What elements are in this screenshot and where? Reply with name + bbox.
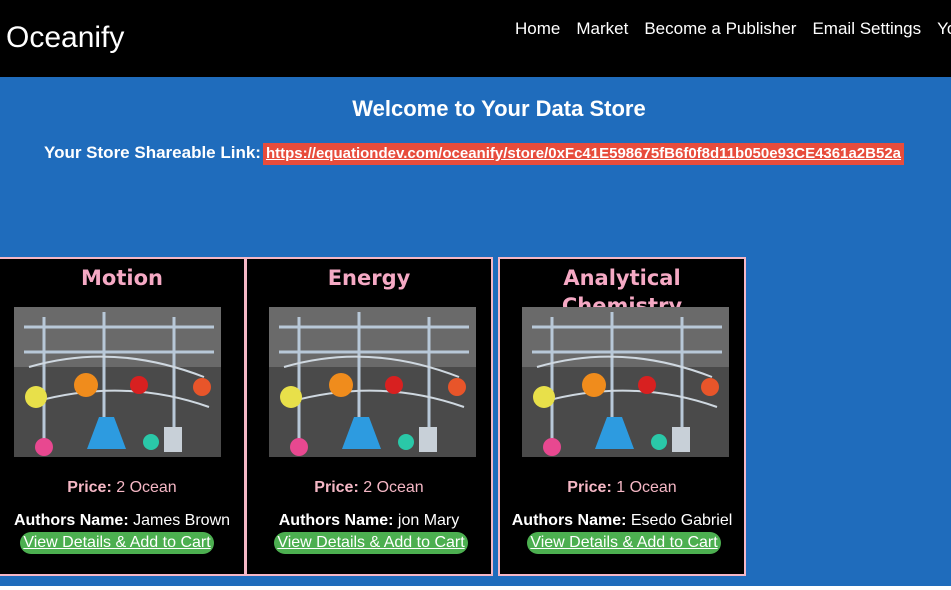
product-authors: Authors Name: jon Mary xyxy=(247,511,491,531)
nav-link-home[interactable]: Home xyxy=(515,19,560,39)
view-details-add-to-cart-button[interactable]: View Details & Add to Cart xyxy=(20,532,214,554)
authors-label: Authors Name: xyxy=(13,512,129,529)
product-authors: Authors Name: James Brown xyxy=(0,511,244,531)
price-value: 1 Ocean xyxy=(616,479,677,496)
nav-link-market[interactable]: Market xyxy=(576,19,628,39)
authors-label: Authors Name: xyxy=(278,512,394,529)
brand-logo-text[interactable]: Oceanify xyxy=(6,19,124,57)
product-title: Energy xyxy=(327,266,411,290)
authors-value: Esedo Gabriel xyxy=(630,512,733,529)
top-navbar: Oceanify Home Market Become a Publisher … xyxy=(0,0,951,77)
price-label: Price: xyxy=(314,479,359,496)
view-details-add-to-cart-button[interactable]: View Details & Add to Cart xyxy=(527,532,721,554)
product-price: Price: 2 Ocean xyxy=(0,478,244,498)
view-details-add-to-cart-button[interactable]: View Details & Add to Cart xyxy=(274,532,468,554)
authors-label: Authors Name: xyxy=(511,512,627,529)
lab-glassware-image xyxy=(522,307,729,457)
store-share-link[interactable]: https://equationdev.com/oceanify/store/0… xyxy=(262,143,905,165)
product-image[interactable] xyxy=(522,307,729,457)
price-label: Price: xyxy=(567,479,612,496)
product-card: Analytical Chemistry Price: 1 Ocean Auth… xyxy=(498,257,746,576)
authors-value: James Brown xyxy=(133,512,231,529)
price-value: 2 Ocean xyxy=(116,479,177,496)
product-image[interactable] xyxy=(269,307,476,457)
product-authors: Authors Name: Esedo Gabriel xyxy=(500,511,744,531)
nav-link-your[interactable]: Your xyxy=(937,19,951,39)
lab-glassware-image xyxy=(14,307,221,457)
product-image[interactable] xyxy=(14,307,221,457)
share-link-label: Your Store Shareable Link: xyxy=(44,143,261,162)
share-link-row: Your Store Shareable Link: https://equati… xyxy=(44,142,905,165)
nav-link-become-publisher[interactable]: Become a Publisher xyxy=(644,19,796,39)
page-title: Welcome to Your Data Store xyxy=(352,96,646,121)
product-price: Price: 2 Ocean xyxy=(247,478,491,498)
product-title: Motion xyxy=(81,266,163,290)
nav-link-email-settings[interactable]: Email Settings xyxy=(812,19,921,39)
product-card: Motion Price: 2 Ocean Authors Name: Jame… xyxy=(0,257,246,576)
store-hero-section: Welcome to Your Data Store Your Store Sh… xyxy=(0,77,951,586)
authors-value: jon Mary xyxy=(397,512,460,529)
price-value: 2 Ocean xyxy=(363,479,424,496)
product-price: Price: 1 Ocean xyxy=(500,478,744,498)
lab-glassware-image xyxy=(269,307,476,457)
nav-links: Home Market Become a Publisher Email Set… xyxy=(515,19,951,39)
product-card: Energy Price: 2 Ocean Authors Name: jon … xyxy=(245,257,493,576)
price-label: Price: xyxy=(67,479,112,496)
